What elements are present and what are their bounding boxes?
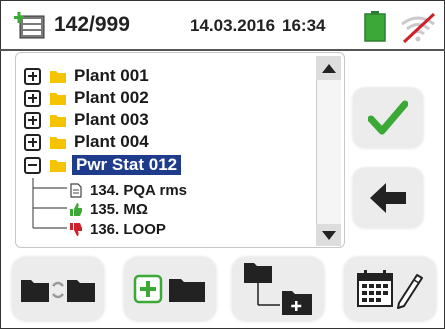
expand-icon[interactable]: [24, 133, 41, 151]
tree-measure-label: 136. LOOP: [90, 220, 166, 238]
bottom-toolbar: [0, 253, 445, 329]
tree-measure-row[interactable]: 136. LOOP: [69, 218, 166, 240]
back-button[interactable]: [353, 168, 423, 228]
confirm-button[interactable]: [353, 88, 423, 148]
thumbs-down-icon: [70, 222, 82, 236]
memory-counter: 142/999: [54, 13, 130, 36]
check-icon: [368, 100, 408, 135]
folder-tree: Plant 001 Plant 002 Plant 003 Plant 004 …: [16, 53, 316, 249]
folder-icon: [50, 136, 66, 149]
new-subfolder-button[interactable]: [232, 257, 324, 321]
header-divider: [0, 49, 445, 51]
triangle-down-icon: [321, 230, 336, 240]
tree-measure-row[interactable]: 135. MΩ: [69, 198, 148, 220]
tree-folder-label: Plant 003: [74, 110, 149, 129]
battery-icon: [364, 11, 386, 42]
folder-icon: [50, 70, 66, 83]
scrollbar-track[interactable]: [316, 80, 341, 224]
scroll-down-button[interactable]: [316, 224, 341, 246]
new-folder-icon: [133, 274, 205, 304]
tree-folder-label-selected: Pwr Stat 012: [72, 155, 182, 175]
collapse-icon[interactable]: [24, 156, 41, 174]
tree-folder-row[interactable]: Plant 002: [24, 87, 149, 109]
tree-folder-label: Plant 004: [74, 132, 149, 151]
expand-icon[interactable]: [24, 89, 41, 107]
calendar-edit-icon: [357, 270, 423, 309]
rename-folder-button[interactable]: [12, 257, 104, 321]
tree-measure-label: 135. MΩ: [90, 200, 148, 218]
folder-tree-panel: Plant 001 Plant 002 Plant 003 Plant 004 …: [15, 52, 345, 248]
date-label: 14.03.2016: [190, 16, 276, 35]
new-folder-button[interactable]: [124, 257, 216, 321]
time-label: 16:34: [282, 16, 326, 35]
wifi-off-icon: [401, 12, 436, 44]
tree-folder-label: Plant 001: [74, 66, 149, 85]
folder-icon: [50, 92, 66, 105]
folder-icon: [50, 159, 66, 172]
tree-folder-row-selected[interactable]: Pwr Stat 012: [24, 154, 182, 176]
tree-measure-label: 134. PQA rms: [90, 181, 187, 199]
status-header: 142/999 14.03.2016 16:34: [0, 0, 445, 49]
scroll-up-button[interactable]: [316, 56, 341, 80]
document-icon: [70, 182, 82, 198]
rename-folder-icon: [21, 280, 95, 302]
expand-icon[interactable]: [24, 111, 41, 129]
tree-folder-row[interactable]: Plant 004: [24, 131, 149, 153]
tree-folder-label: Plant 002: [74, 88, 149, 107]
tree-folder-row[interactable]: Plant 001: [24, 65, 149, 87]
new-subfolder-icon: [244, 263, 312, 315]
memory-add-icon: [14, 12, 45, 39]
triangle-up-icon: [321, 63, 336, 73]
thumbs-up-icon: [70, 202, 82, 216]
calendar-edit-button[interactable]: [344, 257, 436, 321]
expand-icon[interactable]: [24, 67, 41, 85]
arrow-left-icon: [370, 183, 406, 213]
folder-icon: [50, 114, 66, 127]
tree-folder-row[interactable]: Plant 003: [24, 109, 149, 131]
